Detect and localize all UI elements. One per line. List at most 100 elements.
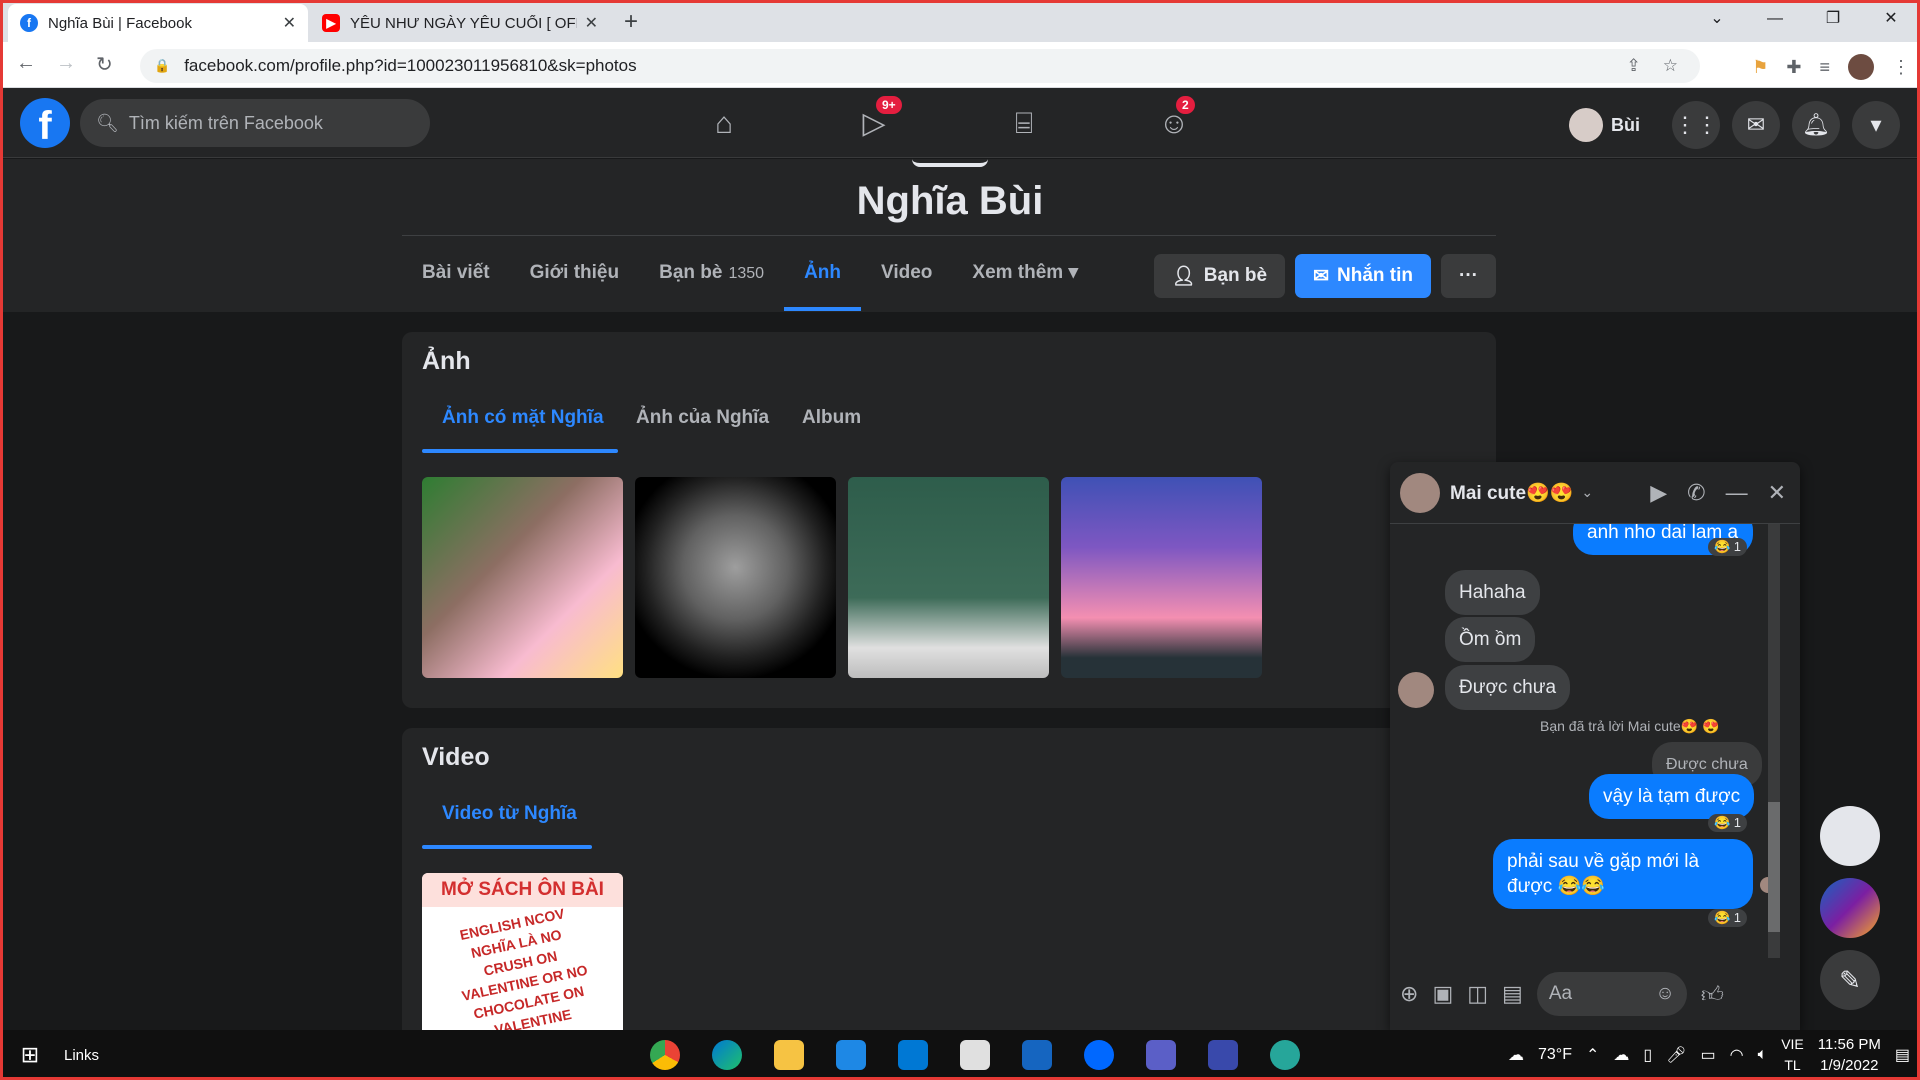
tab-label: Xem thêm ▾	[972, 262, 1079, 283]
media-queue-icon[interactable]: ≡	[1819, 57, 1830, 78]
new-tab-icon[interactable]: +	[624, 8, 638, 36]
onedrive-icon[interactable]: ☁	[1613, 1045, 1629, 1065]
minimize-chat-icon[interactable]: —	[1726, 480, 1748, 506]
video-call-icon[interactable]: ▶	[1650, 480, 1667, 506]
photo-thumbnail[interactable]	[635, 477, 836, 678]
like-icon[interactable]: 👍︎	[1701, 981, 1724, 1008]
url-text[interactable]: facebook.com/profile.php?id=100023011956…	[184, 56, 1626, 76]
tab-photos[interactable]: Ảnh	[784, 243, 861, 311]
notifications-bell-icon[interactable]: 🔔︎	[1792, 101, 1840, 149]
browser-menu-icon[interactable]: ⋮	[1892, 57, 1910, 78]
profile-chip[interactable]: Bùi	[1569, 108, 1640, 142]
chevron-down-icon[interactable]: ⌄	[1581, 484, 1593, 501]
image-icon[interactable]: ▣	[1432, 981, 1453, 1007]
minimize-icon[interactable]: —	[1746, 0, 1804, 42]
more-options-button[interactable]: ···	[1441, 254, 1496, 298]
weather-cloud-icon[interactable]: ☁	[1508, 1045, 1524, 1065]
browser-profile-avatar[interactable]	[1848, 54, 1874, 80]
tab-about[interactable]: Giới thiệu	[510, 243, 640, 311]
tab-search-icon[interactable]: ⌄	[1688, 0, 1746, 42]
language-indicator[interactable]: VIE TL	[1781, 1034, 1804, 1076]
search-input[interactable]	[128, 112, 409, 134]
marketplace-icon[interactable]: ⌸	[1002, 102, 1046, 146]
zalo-app[interactable]	[1068, 1030, 1130, 1080]
store-app[interactable]	[1006, 1030, 1068, 1080]
new-message-icon[interactable]: ✎	[1820, 950, 1880, 1010]
photo-thumbnail[interactable]	[848, 477, 1049, 678]
close-window-icon[interactable]: ✕	[1862, 0, 1920, 42]
tab-friends[interactable]: Bạn bè 1350	[639, 243, 784, 311]
edge-app[interactable]	[696, 1030, 758, 1080]
close-tab-icon[interactable]: ✕	[585, 13, 598, 33]
zalo-2-app[interactable]	[1254, 1030, 1316, 1080]
device-icon[interactable]: ▯	[1643, 1045, 1652, 1065]
extension-flag-icon[interactable]: ⚑	[1752, 57, 1768, 78]
messenger-icon[interactable]: ✉	[1732, 101, 1780, 149]
notification-center-icon[interactable]: ▤	[1895, 1045, 1910, 1065]
chat-contact-name[interactable]: Mai cute😍😍	[1450, 481, 1573, 505]
subtab-photos-by[interactable]: Ảnh của Nghĩa	[636, 407, 769, 429]
emoji-icon[interactable]: ☺	[1655, 983, 1674, 1005]
subtab-videos-from[interactable]: Video từ Nghĩa	[442, 803, 577, 825]
volume-icon[interactable]: 🔈︎	[1758, 1046, 1768, 1064]
menu-grid-icon[interactable]: ⋮⋮	[1672, 101, 1720, 149]
photo-thumbnail[interactable]	[1061, 477, 1262, 678]
friend-check-icon: 👤︎	[1171, 266, 1196, 287]
close-tab-icon[interactable]: ✕	[283, 13, 296, 33]
groups-icon[interactable]: ☺ 2	[1152, 96, 1196, 146]
battery-icon[interactable]: ▭	[1701, 1045, 1716, 1065]
tab-title: Nghĩa Bùi | Facebook	[48, 14, 192, 32]
sticker-icon[interactable]: ◫	[1467, 981, 1488, 1007]
chat-head-group[interactable]	[1820, 878, 1880, 938]
temperature[interactable]: 73°F	[1538, 1046, 1572, 1064]
subtab-photos-of[interactable]: Ảnh có mặt Nghĩa	[442, 407, 604, 429]
devc-app[interactable]	[1192, 1030, 1254, 1080]
browser-tab-youtube[interactable]: ▶ YÊU NHƯ NGÀY YÊU CUỐI [ OFFI ✕	[310, 4, 610, 42]
back-icon[interactable]: ←	[16, 52, 36, 75]
dropbox-app[interactable]	[944, 1030, 1006, 1080]
extensions-puzzle-icon[interactable]: ✚	[1786, 57, 1801, 78]
subtab-album[interactable]: Album	[802, 407, 861, 429]
account-dropdown-icon[interactable]: ▾	[1852, 101, 1900, 149]
mail-app[interactable]	[882, 1030, 944, 1080]
maximize-icon[interactable]: ❐	[1804, 0, 1862, 42]
avatar[interactable]	[1400, 472, 1440, 513]
close-chat-icon[interactable]: ✕	[1768, 480, 1786, 506]
tab-posts[interactable]: Bài viết	[402, 243, 510, 311]
tab-label: Ảnh	[804, 262, 841, 283]
browser-tabbar: f Nghĩa Bùi | Facebook ✕ ▶ YÊU NHƯ NGÀY …	[0, 0, 1920, 42]
chat-head-avatar[interactable]	[1820, 806, 1880, 866]
gif-icon[interactable]: ▤	[1502, 981, 1523, 1007]
microphone-icon[interactable]: 🎤︎	[1666, 1045, 1686, 1065]
home-icon[interactable]: ⌂	[702, 102, 746, 146]
edge-icon	[712, 1040, 742, 1070]
file-explorer-app[interactable]	[758, 1030, 820, 1080]
video-thumbnail[interactable]: MỞ SÁCH ÔN BÀI ENGLISH NCOV NGHĨA LÀ NO …	[422, 873, 623, 1030]
wifi-icon[interactable]: ◠	[1730, 1045, 1744, 1065]
tab-more[interactable]: Xem thêm ▾	[952, 243, 1098, 311]
vscode-app[interactable]	[820, 1030, 882, 1080]
address-bar[interactable]: 🔒 facebook.com/profile.php?id=1000230119…	[140, 49, 1700, 83]
chat-scrollbar-thumb[interactable]	[1768, 802, 1780, 932]
reload-icon[interactable]: ↻	[96, 52, 113, 77]
chrome-app[interactable]	[634, 1030, 696, 1080]
browser-tab-facebook[interactable]: f Nghĩa Bùi | Facebook ✕	[8, 4, 308, 42]
clock[interactable]: 11:56 PM 1/9/2022	[1818, 1034, 1881, 1076]
message-button[interactable]: ✉ Nhắn tin	[1295, 254, 1432, 298]
bookmark-star-icon[interactable]: ☆	[1663, 56, 1678, 76]
watch-icon[interactable]: ▷ 9+	[852, 96, 902, 146]
tab-video[interactable]: Video	[861, 243, 952, 311]
phone-icon[interactable]: ✆	[1687, 480, 1705, 506]
links-toolbar[interactable]: Links	[64, 1047, 634, 1064]
chevron-up-icon[interactable]: ⌃	[1586, 1045, 1599, 1065]
friends-button[interactable]: 👤︎ Bạn bè	[1153, 254, 1286, 298]
message-input[interactable]: Aa ☺	[1536, 972, 1687, 1016]
windows-start-icon[interactable]: ⊞	[0, 1042, 60, 1068]
facebook-search[interactable]: 🔍︎	[80, 99, 430, 147]
plus-circle-icon[interactable]: ⊕	[1400, 981, 1418, 1007]
facebook-logo-icon[interactable]: f	[20, 98, 70, 148]
teams-app[interactable]	[1130, 1030, 1192, 1080]
photo-thumbnail[interactable]	[422, 477, 623, 678]
forward-icon[interactable]: →	[56, 52, 76, 75]
share-icon[interactable]: ⇪	[1627, 56, 1641, 76]
